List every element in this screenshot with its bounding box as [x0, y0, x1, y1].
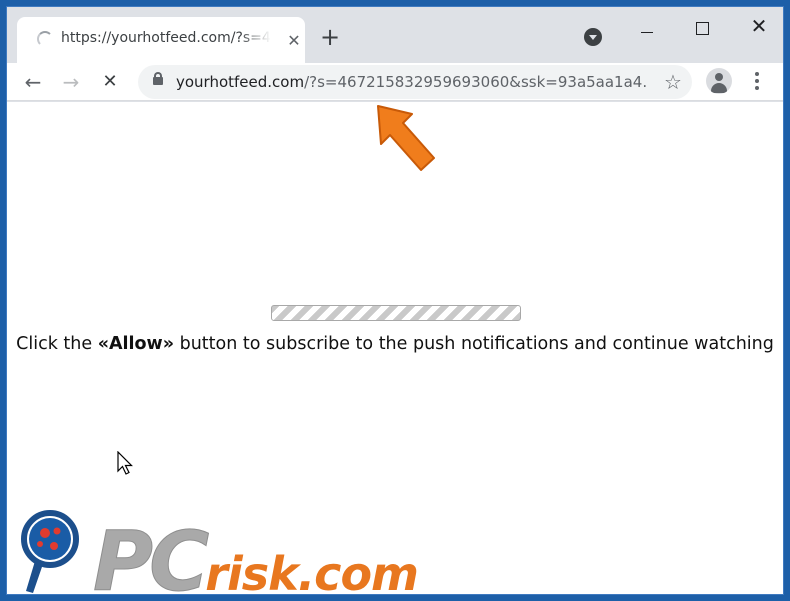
address-bar[interactable]: yourhotfeed.com/?s=467215832959693060&ss… [138, 65, 692, 99]
arrow-annotation-icon [377, 105, 435, 171]
url-text[interactable]: yourhotfeed.com/?s=467215832959693060&ss… [176, 73, 646, 93]
mouse-cursor-icon [117, 451, 133, 475]
bookmark-star-icon[interactable]: ☆ [660, 69, 686, 95]
tab-title: https://yourhotfeed.com/?s=4672158 [61, 30, 271, 46]
close-window-button[interactable]: ✕ [737, 13, 781, 41]
minimize-button[interactable] [625, 13, 669, 41]
back-button[interactable]: ← [20, 69, 46, 95]
loading-spinner-icon [37, 31, 53, 47]
tab-close-button[interactable]: ✕ [283, 30, 305, 52]
active-tab[interactable]: https://yourhotfeed.com/?s=4672158 ✕ [17, 17, 305, 63]
prompt-text-start: Click the [16, 334, 98, 354]
allow-prompt-text: Click the «Allow» button to subscribe to… [7, 334, 783, 354]
new-tab-button[interactable]: + [315, 23, 345, 53]
search-tabs-icon[interactable] [584, 28, 602, 46]
prompt-text-end: button to subscribe to the push notifica… [174, 334, 774, 354]
watermark-pc: PC [92, 515, 209, 595]
url-path: /?s=467215832959693060&ssk=93a5aa1a4... [304, 73, 646, 91]
url-domain: yourhotfeed.com [176, 73, 305, 91]
maximize-button[interactable] [681, 13, 725, 41]
forward-button[interactable]: → [58, 69, 84, 95]
browser-window: https://yourhotfeed.com/?s=4672158 ✕ + ✕… [6, 6, 784, 595]
profile-icon[interactable] [706, 68, 732, 94]
prompt-allow-word: «Allow» [97, 334, 175, 354]
tab-strip: https://yourhotfeed.com/?s=4672158 ✕ + ✕ [7, 7, 783, 63]
lock-icon[interactable] [153, 72, 163, 85]
watermark-risk: risk.com [205, 547, 419, 595]
loading-progress-bar [271, 305, 521, 321]
pcrisk-watermark: PCrisk.com [17, 509, 487, 595]
stop-loading-button[interactable]: ✕ [97, 69, 123, 95]
magnifier-logo-icon [21, 510, 79, 593]
watermark-text: PCrisk.com [92, 515, 419, 595]
toolbar: ← → ✕ yourhotfeed.com/?s=467215832959693… [7, 63, 783, 101]
menu-icon[interactable] [745, 68, 769, 94]
